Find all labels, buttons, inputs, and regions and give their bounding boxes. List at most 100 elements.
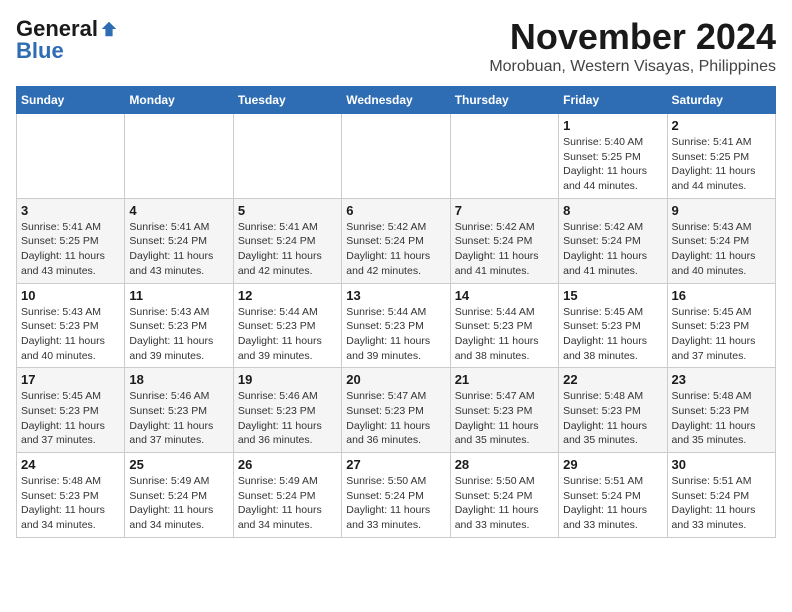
- day-number: 22: [563, 372, 662, 387]
- day-info: Sunrise: 5:45 AMSunset: 5:23 PMDaylight:…: [563, 305, 662, 364]
- day-info: Sunrise: 5:41 AMSunset: 5:24 PMDaylight:…: [129, 220, 228, 279]
- day-info: Sunrise: 5:45 AMSunset: 5:23 PMDaylight:…: [21, 389, 120, 448]
- weekday-header-monday: Monday: [125, 87, 233, 114]
- day-info: Sunrise: 5:49 AMSunset: 5:24 PMDaylight:…: [129, 474, 228, 533]
- day-info: Sunrise: 5:50 AMSunset: 5:24 PMDaylight:…: [455, 474, 554, 533]
- calendar-cell: 28 Sunrise: 5:50 AMSunset: 5:24 PMDayligh…: [450, 453, 558, 538]
- calendar-cell: 30 Sunrise: 5:51 AMSunset: 5:24 PMDayligh…: [667, 453, 775, 538]
- day-info: Sunrise: 5:47 AMSunset: 5:23 PMDaylight:…: [346, 389, 445, 448]
- day-number: 25: [129, 457, 228, 472]
- calendar-cell: 21 Sunrise: 5:47 AMSunset: 5:23 PMDayligh…: [450, 368, 558, 453]
- day-info: Sunrise: 5:48 AMSunset: 5:23 PMDaylight:…: [563, 389, 662, 448]
- day-number: 27: [346, 457, 445, 472]
- day-info: Sunrise: 5:45 AMSunset: 5:23 PMDaylight:…: [672, 305, 771, 364]
- day-number: 16: [672, 288, 771, 303]
- calendar-week-0: 1 Sunrise: 5:40 AMSunset: 5:25 PMDaylight…: [17, 114, 776, 199]
- day-info: Sunrise: 5:44 AMSunset: 5:23 PMDaylight:…: [455, 305, 554, 364]
- day-info: Sunrise: 5:46 AMSunset: 5:23 PMDaylight:…: [129, 389, 228, 448]
- logo: General Blue: [16, 16, 118, 64]
- weekday-header-wednesday: Wednesday: [342, 87, 450, 114]
- day-info: Sunrise: 5:43 AMSunset: 5:23 PMDaylight:…: [21, 305, 120, 364]
- calendar-cell: 3Sunrise: 5:41 AMSunset: 5:25 PMDaylight…: [17, 198, 125, 283]
- day-number: 19: [238, 372, 337, 387]
- day-info: Sunrise: 5:48 AMSunset: 5:23 PMDaylight:…: [672, 389, 771, 448]
- title-area: November 2024 Morobuan, Western Visayas,…: [489, 16, 776, 76]
- calendar-cell: 11 Sunrise: 5:43 AMSunset: 5:23 PMDayligh…: [125, 283, 233, 368]
- day-info: Sunrise: 5:46 AMSunset: 5:23 PMDaylight:…: [238, 389, 337, 448]
- day-number: 9: [672, 203, 771, 218]
- day-info: Sunrise: 5:43 AMSunset: 5:24 PMDaylight:…: [672, 220, 771, 279]
- day-info: Sunrise: 5:42 AMSunset: 5:24 PMDaylight:…: [455, 220, 554, 279]
- day-info: Sunrise: 5:47 AMSunset: 5:23 PMDaylight:…: [455, 389, 554, 448]
- day-number: 30: [672, 457, 771, 472]
- header: General Blue November 2024 Morobuan, Wes…: [16, 16, 776, 76]
- calendar-cell: [342, 114, 450, 199]
- calendar-cell: 7 Sunrise: 5:42 AMSunset: 5:24 PMDaylight…: [450, 198, 558, 283]
- location-subtitle: Morobuan, Western Visayas, Philippines: [489, 58, 776, 76]
- day-number: 5: [238, 203, 337, 218]
- day-number: 20: [346, 372, 445, 387]
- calendar-cell: 19 Sunrise: 5:46 AMSunset: 5:23 PMDayligh…: [233, 368, 341, 453]
- calendar-cell: 4 Sunrise: 5:41 AMSunset: 5:24 PMDaylight…: [125, 198, 233, 283]
- day-info: Sunrise: 5:51 AMSunset: 5:24 PMDaylight:…: [672, 474, 771, 533]
- day-number: 26: [238, 457, 337, 472]
- day-number: 11: [129, 288, 228, 303]
- calendar-cell: 5 Sunrise: 5:41 AMSunset: 5:24 PMDaylight…: [233, 198, 341, 283]
- weekday-header-thursday: Thursday: [450, 87, 558, 114]
- day-number: 18: [129, 372, 228, 387]
- day-number: 3: [21, 203, 120, 218]
- day-number: 2: [672, 118, 771, 133]
- calendar-cell: 18 Sunrise: 5:46 AMSunset: 5:23 PMDayligh…: [125, 368, 233, 453]
- day-info: Sunrise: 5:40 AMSunset: 5:25 PMDaylight:…: [563, 135, 662, 194]
- day-number: 4: [129, 203, 228, 218]
- calendar-cell: [17, 114, 125, 199]
- calendar-cell: 9 Sunrise: 5:43 AMSunset: 5:24 PMDaylight…: [667, 198, 775, 283]
- day-number: 6: [346, 203, 445, 218]
- calendar-cell: 1 Sunrise: 5:40 AMSunset: 5:25 PMDaylight…: [559, 114, 667, 199]
- calendar-cell: [125, 114, 233, 199]
- calendar-cell: 22 Sunrise: 5:48 AMSunset: 5:23 PMDayligh…: [559, 368, 667, 453]
- day-info: Sunrise: 5:44 AMSunset: 5:23 PMDaylight:…: [238, 305, 337, 364]
- day-info: Sunrise: 5:43 AMSunset: 5:23 PMDaylight:…: [129, 305, 228, 364]
- day-info: Sunrise: 5:50 AMSunset: 5:24 PMDaylight:…: [346, 474, 445, 533]
- logo-blue-text: Blue: [16, 38, 64, 64]
- day-info: Sunrise: 5:42 AMSunset: 5:24 PMDaylight:…: [346, 220, 445, 279]
- calendar-cell: 8Sunrise: 5:42 AMSunset: 5:24 PMDaylight…: [559, 198, 667, 283]
- weekday-header-saturday: Saturday: [667, 87, 775, 114]
- day-number: 10: [21, 288, 120, 303]
- day-info: Sunrise: 5:41 AMSunset: 5:25 PMDaylight:…: [672, 135, 771, 194]
- calendar-week-4: 24Sunrise: 5:48 AMSunset: 5:23 PMDayligh…: [17, 453, 776, 538]
- weekday-header-row: SundayMondayTuesdayWednesdayThursdayFrid…: [17, 87, 776, 114]
- day-number: 17: [21, 372, 120, 387]
- calendar-cell: 29 Sunrise: 5:51 AMSunset: 5:24 PMDayligh…: [559, 453, 667, 538]
- weekday-header-friday: Friday: [559, 87, 667, 114]
- month-title: November 2024: [489, 16, 776, 58]
- day-number: 14: [455, 288, 554, 303]
- day-number: 1: [563, 118, 662, 133]
- day-info: Sunrise: 5:49 AMSunset: 5:24 PMDaylight:…: [238, 474, 337, 533]
- day-number: 23: [672, 372, 771, 387]
- weekday-header-tuesday: Tuesday: [233, 87, 341, 114]
- day-info: Sunrise: 5:41 AMSunset: 5:24 PMDaylight:…: [238, 220, 337, 279]
- calendar-week-2: 10 Sunrise: 5:43 AMSunset: 5:23 PMDayligh…: [17, 283, 776, 368]
- day-info: Sunrise: 5:51 AMSunset: 5:24 PMDaylight:…: [563, 474, 662, 533]
- day-number: 15: [563, 288, 662, 303]
- day-number: 28: [455, 457, 554, 472]
- calendar-cell: [233, 114, 341, 199]
- calendar-cell: [450, 114, 558, 199]
- day-number: 29: [563, 457, 662, 472]
- calendar-cell: 10 Sunrise: 5:43 AMSunset: 5:23 PMDayligh…: [17, 283, 125, 368]
- calendar-cell: 14 Sunrise: 5:44 AMSunset: 5:23 PMDayligh…: [450, 283, 558, 368]
- calendar-cell: 15 Sunrise: 5:45 AMSunset: 5:23 PMDayligh…: [559, 283, 667, 368]
- day-number: 7: [455, 203, 554, 218]
- logo-icon: [100, 20, 118, 38]
- calendar-table: SundayMondayTuesdayWednesdayThursdayFrid…: [16, 86, 776, 538]
- calendar-cell: 16 Sunrise: 5:45 AMSunset: 5:23 PMDayligh…: [667, 283, 775, 368]
- calendar-week-3: 17 Sunrise: 5:45 AMSunset: 5:23 PMDayligh…: [17, 368, 776, 453]
- calendar-cell: 12Sunrise: 5:44 AMSunset: 5:23 PMDayligh…: [233, 283, 341, 368]
- calendar-cell: 25 Sunrise: 5:49 AMSunset: 5:24 PMDayligh…: [125, 453, 233, 538]
- calendar-body: 1 Sunrise: 5:40 AMSunset: 5:25 PMDaylight…: [17, 114, 776, 538]
- day-number: 24: [21, 457, 120, 472]
- day-number: 8: [563, 203, 662, 218]
- day-number: 21: [455, 372, 554, 387]
